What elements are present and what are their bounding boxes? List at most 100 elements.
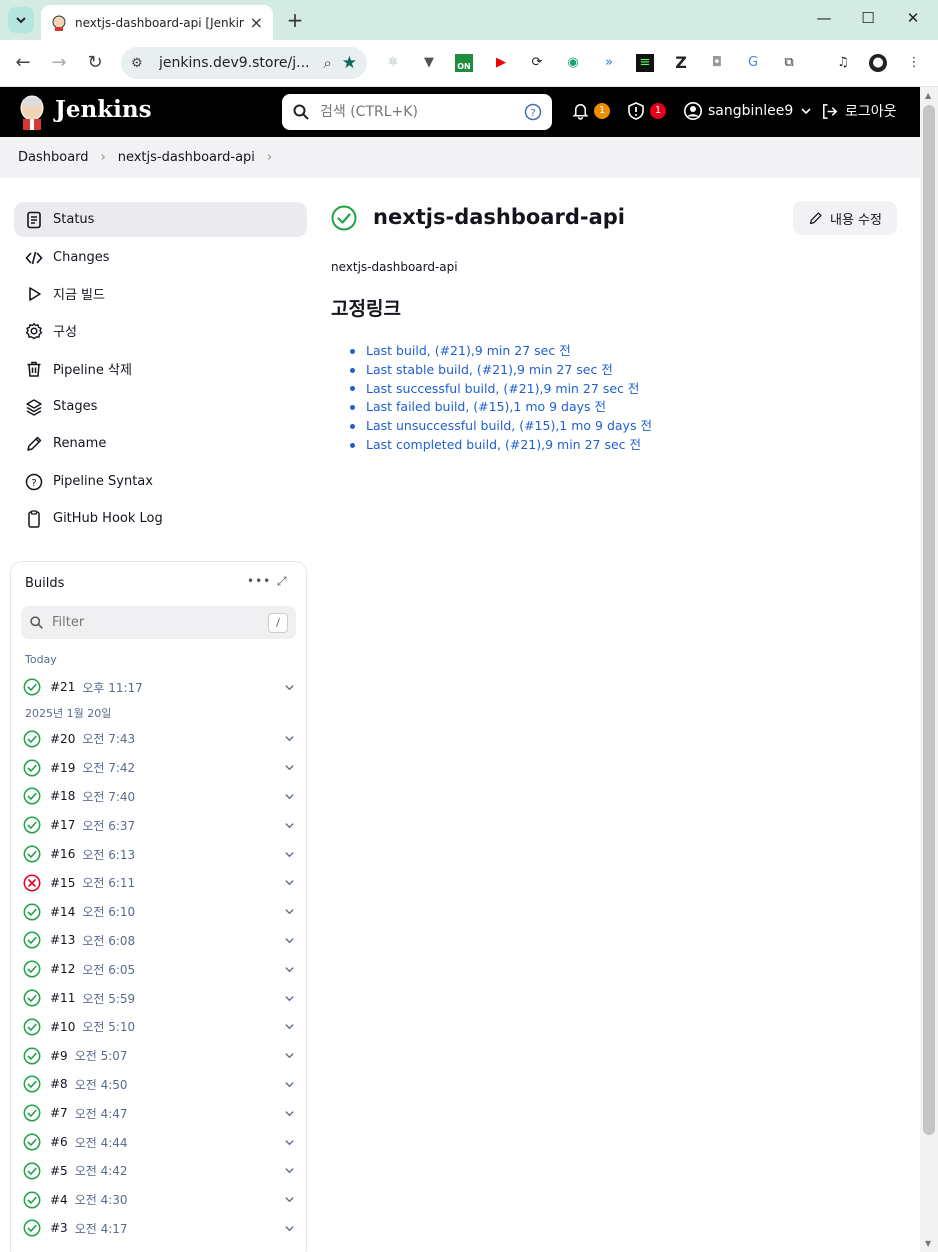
build-row[interactable]: #15 오전 6:11 <box>23 871 295 895</box>
edit-description-button[interactable]: 내용 수정 <box>793 201 897 235</box>
bookmark-star-icon[interactable]: ★ <box>342 53 357 73</box>
build-number[interactable]: #6 <box>50 1135 68 1149</box>
extension-react-icon[interactable]: ⚛ <box>384 54 402 72</box>
sidebar-item-status[interactable]: Status <box>14 202 307 237</box>
build-number[interactable]: #11 <box>50 991 75 1005</box>
build-row[interactable]: #14 오전 6:10 <box>23 900 295 924</box>
build-row[interactable]: #18 오전 7:40 <box>23 784 295 808</box>
build-row[interactable]: #19 오전 7:42 <box>23 756 295 780</box>
extension-youtube-icon[interactable]: ▶ <box>492 54 510 72</box>
chevron-down-icon[interactable] <box>284 877 295 888</box>
reload-icon[interactable]: ↻ <box>84 52 106 73</box>
chevron-down-icon[interactable] <box>284 993 295 1004</box>
build-row[interactable]: #16 오전 6:13 <box>23 842 295 866</box>
extension-sync-icon[interactable]: ⟳ <box>528 54 546 72</box>
window-close-icon[interactable]: ✕ <box>903 9 923 27</box>
more-options-icon[interactable]: ••• <box>247 574 271 588</box>
build-number[interactable]: #20 <box>50 732 75 746</box>
build-row[interactable]: #3 오전 4:17 <box>23 1216 295 1240</box>
build-number[interactable]: #4 <box>50 1193 68 1207</box>
filter-input[interactable] <box>52 615 268 630</box>
jenkins-brand[interactable]: Jenkins <box>55 96 152 123</box>
chevron-down-icon[interactable] <box>284 935 295 946</box>
chevron-down-icon[interactable] <box>284 733 295 744</box>
chevron-down-icon[interactable] <box>284 762 295 773</box>
address-bar[interactable]: ⚙ jenkins.dev9.store/j... ⌕ ★ <box>121 47 367 79</box>
sidebar-item-pipeline-syntax[interactable]: ? Pipeline Syntax <box>14 464 307 499</box>
sidebar-item-rename[interactable]: Rename <box>14 426 307 461</box>
forward-icon[interactable]: → <box>48 52 70 73</box>
page-scrollbar[interactable]: ▲ ▼ <box>920 87 938 1252</box>
browser-menu-icon[interactable]: ⋮ <box>905 54 923 72</box>
new-tab-button[interactable]: + <box>284 8 306 32</box>
extension-wave-icon[interactable]: » <box>600 54 618 72</box>
chevron-down-icon[interactable] <box>284 1194 295 1205</box>
build-row[interactable]: #8 오전 4:50 <box>23 1072 295 1096</box>
build-number[interactable]: #13 <box>50 933 75 947</box>
build-number[interactable]: #8 <box>50 1077 68 1091</box>
breadcrumb-dashboard[interactable]: Dashboard <box>18 150 89 165</box>
build-number[interactable]: #7 <box>50 1106 68 1120</box>
chevron-down-icon[interactable] <box>284 1108 295 1119</box>
build-row[interactable]: #20 오전 7:43 <box>23 727 295 751</box>
sidebar-item-stages[interactable]: Stages <box>14 389 307 424</box>
sidebar-item-configure[interactable]: 구성 <box>14 313 307 348</box>
build-number[interactable]: #15 <box>50 876 75 890</box>
build-number[interactable]: #10 <box>50 1020 75 1034</box>
chevron-down-icon[interactable] <box>284 791 295 802</box>
site-settings-icon[interactable]: ⚙ <box>131 56 153 71</box>
extensions-puzzle-icon[interactable]: ⧉ <box>780 54 798 72</box>
builds-filter[interactable]: / <box>21 606 296 639</box>
build-row[interactable]: #10 오전 5:10 <box>23 1015 295 1039</box>
build-row[interactable]: #7 오전 4:47 <box>23 1101 295 1125</box>
logout-button[interactable]: 로그아웃 <box>820 101 897 121</box>
build-row[interactable]: #12 오전 6:05 <box>23 957 295 981</box>
chevron-down-icon[interactable] <box>284 906 295 917</box>
chevron-down-icon[interactable] <box>284 1137 295 1148</box>
build-number[interactable]: #18 <box>50 789 75 803</box>
minimize-icon[interactable]: — <box>814 9 834 27</box>
permalink-last-build[interactable]: Last build, (#21),9 min 27 sec 전 <box>366 342 571 361</box>
breadcrumb-chevron-icon[interactable]: › <box>267 150 272 165</box>
build-number[interactable]: #12 <box>50 962 75 976</box>
build-row[interactable]: #13 오전 6:08 <box>23 928 295 952</box>
permalink-last-failed-build[interactable]: Last failed build, (#15),1 mo 9 days 전 <box>366 398 606 417</box>
permalink-last-successful-build[interactable]: Last successful build, (#21),9 min 27 se… <box>366 380 639 399</box>
build-row[interactable]: #4 오전 4:30 <box>23 1188 295 1212</box>
extension-refresh-icon[interactable]: ◉ <box>564 54 582 72</box>
maximize-icon[interactable]: ☐ <box>858 9 878 27</box>
jenkins-search[interactable]: ? <box>282 94 552 130</box>
close-tab-icon[interactable]: × <box>250 13 263 32</box>
chevron-down-icon[interactable] <box>284 682 295 693</box>
chevron-down-icon[interactable] <box>284 964 295 975</box>
chevron-down-icon[interactable] <box>284 1223 295 1234</box>
build-row[interactable]: #21 오후 11:17 <box>23 675 295 699</box>
back-icon[interactable]: ← <box>12 52 34 73</box>
chevron-down-icon[interactable] <box>284 1079 295 1090</box>
chevron-down-icon[interactable] <box>284 1021 295 1032</box>
sidebar-item-github-hook-log[interactable]: GitHub Hook Log <box>14 501 307 536</box>
build-number[interactable]: #17 <box>50 818 75 832</box>
search-input[interactable] <box>320 104 524 120</box>
zoom-icon[interactable]: ⌕ <box>323 54 331 72</box>
build-number[interactable]: #9 <box>50 1049 68 1063</box>
scroll-thumb[interactable] <box>923 105 935 1135</box>
chevron-down-icon[interactable] <box>284 1050 295 1061</box>
user-menu[interactable]: sangbinlee9 <box>683 101 812 121</box>
permalink-last-unsuccessful-build[interactable]: Last unsuccessful build, (#15),1 mo 9 da… <box>366 417 652 436</box>
notifications-button[interactable]: 1 <box>571 101 610 120</box>
search-help-icon[interactable]: ? <box>524 103 542 121</box>
tab-search-button[interactable] <box>8 7 34 33</box>
chevron-down-icon[interactable] <box>284 1165 295 1176</box>
scroll-down-icon[interactable]: ▼ <box>925 1239 931 1248</box>
build-row[interactable]: #6 오전 4:44 <box>23 1130 295 1154</box>
sidebar-item-delete-pipeline[interactable]: Pipeline 삭제 <box>14 351 307 386</box>
build-row[interactable]: #11 오전 5:59 <box>23 986 295 1010</box>
browser-tab-active[interactable]: nextjs-dashboard-api [Jenkins] × <box>41 5 273 40</box>
build-row[interactable]: #17 오전 6:37 <box>23 813 295 837</box>
build-number[interactable]: #16 <box>50 847 75 861</box>
build-row[interactable]: #9 오전 5:07 <box>23 1044 295 1068</box>
permalink-last-completed-build[interactable]: Last completed build, (#21),9 min 27 sec… <box>366 436 641 455</box>
chevron-down-icon[interactable] <box>284 849 295 860</box>
scroll-up-icon[interactable]: ▲ <box>925 91 931 100</box>
